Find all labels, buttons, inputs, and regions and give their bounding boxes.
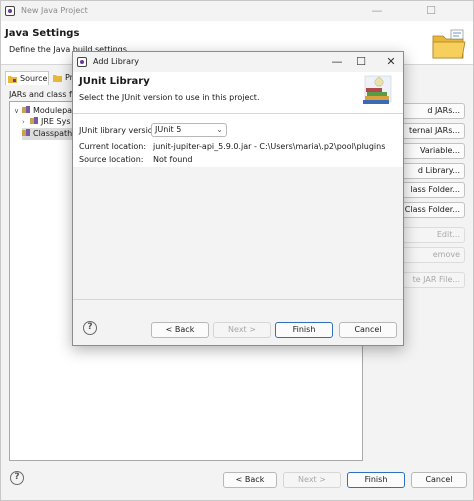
dialog-page-description: Select the JUnit version to use in this … xyxy=(79,93,260,102)
jre-library-icon xyxy=(30,117,38,124)
close-icon[interactable]: ✕ xyxy=(383,54,399,70)
tree-item-jre-system-library[interactable]: › JRE Sys xyxy=(22,116,74,128)
page-title: Java Settings xyxy=(5,28,80,39)
minimize-icon[interactable]: — xyxy=(329,54,345,70)
dialog-content: JUnit Library Select the JUnit version t… xyxy=(73,72,403,167)
outer-cancel-button[interactable]: Cancel xyxy=(411,472,467,488)
outer-window-title: New Java Project xyxy=(21,6,88,15)
eclipse-app-icon xyxy=(77,57,87,67)
dialog-help-icon[interactable]: ? xyxy=(83,321,97,335)
junit-version-select[interactable]: JUnit 5 ⌄ xyxy=(151,123,227,137)
tab-source[interactable]: Source xyxy=(5,71,49,85)
outer-back-button[interactable]: < Back xyxy=(223,472,277,488)
maximize-icon[interactable]: ☐ xyxy=(353,54,369,70)
tree-item-classpath[interactable]: Classpath xyxy=(22,128,74,140)
current-location-value: junit-jupiter-api_5.9.0.jar - C:\Users\m… xyxy=(153,142,386,151)
dialog-cancel-button[interactable]: Cancel xyxy=(339,322,397,338)
junit-version-value: JUnit 5 xyxy=(155,125,182,134)
library-books-icon xyxy=(363,75,392,104)
maximize-icon[interactable]: ☐ xyxy=(423,3,439,19)
dialog-next-button[interactable]: Next > xyxy=(213,322,271,338)
source-folder-icon xyxy=(8,76,17,83)
expand-arrow-icon[interactable]: ∨ xyxy=(14,105,22,117)
current-location-label: Current location: xyxy=(79,142,147,151)
jars-and-class-folders-label: JARs and class fol xyxy=(9,90,73,99)
source-location-value: Not found xyxy=(153,155,193,164)
dialog-title: Add Library xyxy=(93,57,140,66)
outer-finish-button[interactable]: Finish xyxy=(347,472,405,488)
dialog-finish-button[interactable]: Finish xyxy=(275,322,333,338)
dialog-back-button[interactable]: < Back xyxy=(151,322,209,338)
projects-icon xyxy=(53,75,62,82)
dialog-footer-divider xyxy=(73,299,403,300)
outer-next-button[interactable]: Next > xyxy=(283,472,341,488)
classpath-icon xyxy=(22,129,30,136)
help-icon[interactable]: ? xyxy=(10,471,24,485)
dialog-page-title: JUnit Library xyxy=(79,76,150,87)
tree-item-label: JRE Sys xyxy=(41,117,71,126)
chevron-down-icon: ⌄ xyxy=(216,125,223,134)
tab-source-label: Source xyxy=(20,74,48,83)
add-library-dialog: Add Library — ☐ ✕ JUnit Library Select t… xyxy=(72,51,404,346)
minimize-icon[interactable]: — xyxy=(369,3,385,19)
library-icon xyxy=(22,106,30,113)
outer-button-bar: ? < Back Next > Finish Cancel xyxy=(1,463,473,500)
dialog-titlebar: Add Library — ☐ ✕ xyxy=(73,52,403,72)
dialog-header-divider xyxy=(73,113,403,114)
eclipse-app-icon xyxy=(5,6,15,16)
source-location-label: Source location: xyxy=(79,155,144,164)
tree-item-label: Classpath xyxy=(33,129,73,138)
java-project-folder-icon xyxy=(432,29,466,59)
chevron-right-icon[interactable]: › xyxy=(22,116,30,128)
outer-titlebar: New Java Project — ☐ xyxy=(1,1,473,21)
junit-version-label: JUnit library version: xyxy=(79,126,161,135)
tree-item-label: Modulepa xyxy=(33,106,73,115)
